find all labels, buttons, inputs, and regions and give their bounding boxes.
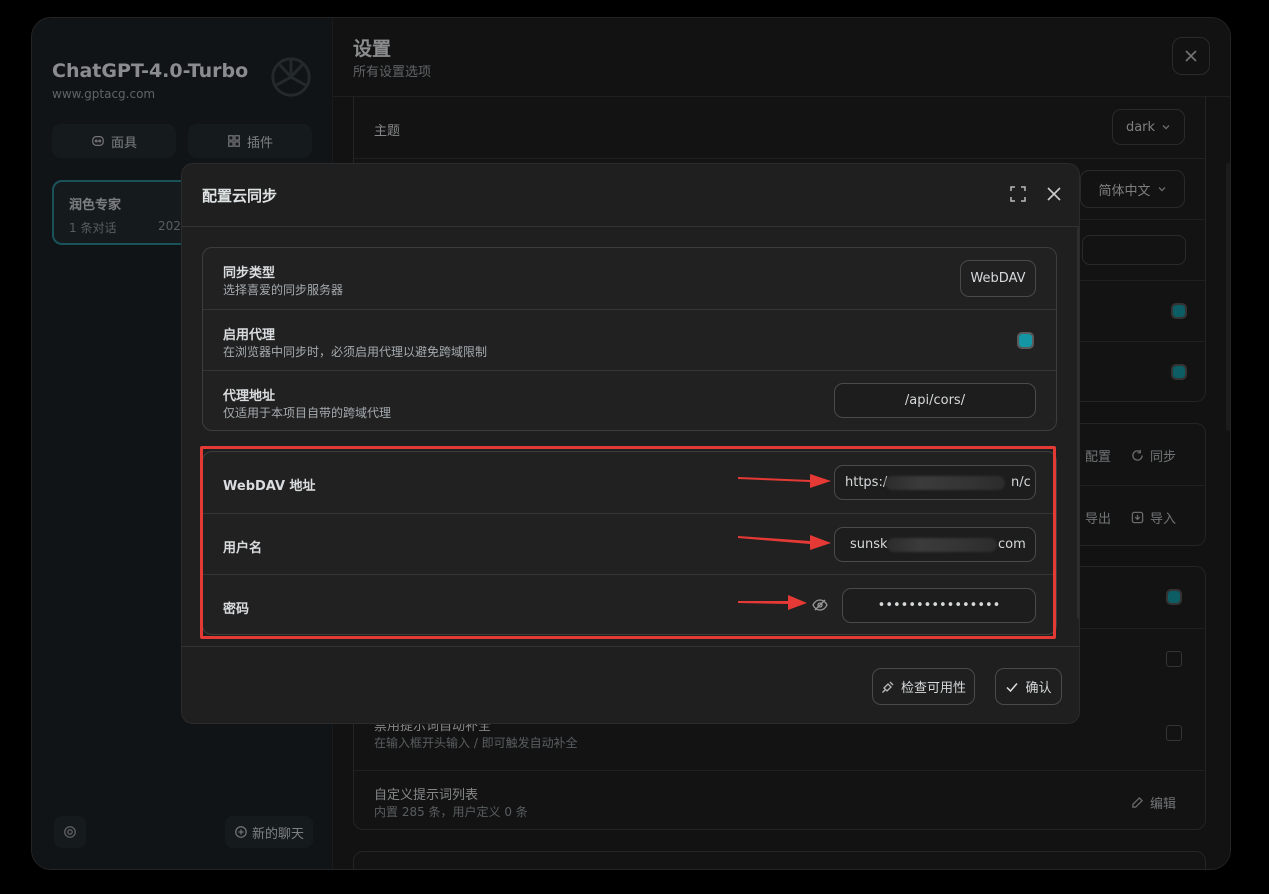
disable-autocomplete-desc: 在输入框开头输入 / 即可触发自动补全 <box>374 736 578 750</box>
theme-label: 主题 <box>374 124 401 139</box>
cloud-sync-modal: 配置云同步 同步类型 选择喜爱的同步服务器 WebDAV 启用代理 在浏览器中同… <box>181 163 1080 724</box>
proxy-url-desc: 仅适用于本项目自带的跨域代理 <box>223 406 392 420</box>
edit-icon <box>1132 796 1144 808</box>
username-input[interactable]: sunsk com <box>834 527 1036 562</box>
webdav-url-title: WebDAV 地址 <box>223 479 316 494</box>
toggle-checkbox-1[interactable] <box>1171 303 1187 319</box>
check-icon <box>1006 682 1019 692</box>
proxy-enable-checkbox[interactable] <box>1017 332 1034 349</box>
edit-prompts-button[interactable]: 编辑 <box>1131 793 1176 812</box>
password-row: 密码 •••••••••••••••• <box>203 574 1056 635</box>
sync-config-label: 配置 <box>1085 450 1112 465</box>
close-icon[interactable] <box>1043 183 1065 205</box>
username-start: sunsk <box>850 537 888 552</box>
refresh-icon <box>1132 449 1143 461</box>
page-scrollbar[interactable] <box>1226 163 1230 431</box>
proxy-url-row: 代理地址 仅适用于本项目自带的跨域代理 /api/cors/ <box>203 370 1056 431</box>
language-select[interactable]: 简体中文 <box>1080 170 1185 208</box>
close-icon <box>1185 50 1197 62</box>
modal-header-divider <box>182 226 1079 227</box>
page-title: 设置 <box>353 38 392 60</box>
proxy-url-input[interactable]: /api/cors/ <box>834 383 1036 418</box>
mask-label: 面具 <box>110 135 137 151</box>
toggle-checkbox-2[interactable] <box>1171 364 1187 380</box>
modal-scrollbar[interactable] <box>1077 227 1079 619</box>
plugin-grid-icon <box>228 135 240 147</box>
plugin-label: 插件 <box>246 135 273 151</box>
custom-prompts-title: 自定义提示词列表 <box>374 788 479 803</box>
import-label: 导入 <box>1150 512 1177 527</box>
webdav-url-end: n/c <box>1011 475 1031 490</box>
webdav-url-start: https:/ <box>845 475 888 490</box>
modal-title: 配置云同步 <box>202 187 278 205</box>
settings-button[interactable] <box>54 816 86 848</box>
redacted-blur <box>885 476 1005 490</box>
annotation-arrow-icon <box>738 595 807 610</box>
modal-footer-divider <box>182 646 1079 647</box>
sync-type-title: 同步类型 <box>223 266 276 281</box>
edit-label: 编辑 <box>1150 797 1177 812</box>
webdav-url-input[interactable]: https:/ n/c <box>834 465 1036 500</box>
sync-config-button[interactable]: 配置 <box>1085 446 1111 465</box>
import-button[interactable]: 导入 <box>1131 508 1176 527</box>
proxy-url-title: 代理地址 <box>223 389 276 404</box>
toggle-checkbox-3[interactable] <box>1166 589 1182 605</box>
gear-icon <box>64 826 76 838</box>
username-end: com <box>998 537 1026 552</box>
add-circle-icon <box>235 826 247 838</box>
check-availability-button[interactable]: 检查可用性 <box>872 668 975 705</box>
new-chat-button[interactable]: 新的聊天 <box>225 816 313 848</box>
sync-now-button[interactable]: 同步 <box>1131 446 1176 465</box>
eye-off-icon[interactable] <box>812 598 828 612</box>
plugin-button[interactable]: 插件 <box>188 124 312 158</box>
sync-type-desc: 选择喜爱的同步服务器 <box>223 283 344 297</box>
theme-value: dark <box>1125 119 1156 135</box>
check-availability-label: 检查可用性 <box>900 681 966 696</box>
sync-now-label: 同步 <box>1150 450 1177 465</box>
webdav-credentials-group: WebDAV 地址 https:/ n/c 用户名 sunsk com 密码 •… <box>202 451 1057 635</box>
proxy-enable-row: 启用代理 在浏览器中同步时，必须启用代理以避免跨域限制 <box>203 309 1056 370</box>
sync-basic-group: 同步类型 选择喜爱的同步服务器 WebDAV 启用代理 在浏览器中同步时，必须启… <box>202 247 1057 431</box>
confirm-label: 确认 <box>1025 681 1052 696</box>
proxy-enable-title: 启用代理 <box>223 328 276 343</box>
export-button[interactable]: 导出 <box>1085 508 1111 527</box>
mask-button[interactable]: 面具 <box>52 124 176 158</box>
close-settings-button[interactable] <box>1172 37 1210 75</box>
import-icon <box>1131 511 1144 524</box>
mask-icon <box>92 136 104 146</box>
page-subtitle: 所有设置选项 <box>353 65 432 80</box>
theme-row: 主题 dark <box>354 97 1205 158</box>
plug-icon <box>882 681 894 693</box>
openai-logo-icon <box>271 57 311 97</box>
redacted-blur <box>887 538 997 552</box>
theme-select[interactable]: dark <box>1112 109 1185 145</box>
font-size-input[interactable] <box>1082 235 1186 265</box>
sync-type-row: 同步类型 选择喜爱的同步服务器 WebDAV <box>203 248 1056 309</box>
language-value: 简体中文 <box>1098 183 1151 199</box>
custom-prompts-row: 自定义提示词列表 内置 285 条，用户定义 0 条 编辑 <box>354 770 1205 831</box>
username-title: 用户名 <box>223 541 263 556</box>
chevron-down-icon <box>1162 125 1170 130</box>
brand-title: ChatGPT-4.0-Turbo <box>52 60 249 82</box>
chevron-down-icon <box>1158 187 1165 192</box>
new-chat-label: 新的聊天 <box>251 826 304 842</box>
annotation-arrow-icon <box>738 535 831 550</box>
annotation-arrow-icon <box>738 474 831 488</box>
webdav-url-row: WebDAV 地址 https:/ n/c <box>203 452 1056 513</box>
password-title: 密码 <box>223 602 250 617</box>
maximize-icon[interactable] <box>1008 184 1028 204</box>
chat-count: 1 条对话 <box>69 221 117 235</box>
brand-site: www.gptacg.com <box>52 87 156 101</box>
custom-prompts-desc: 内置 285 条，用户定义 0 条 <box>374 805 528 819</box>
export-label: 导出 <box>1085 512 1112 527</box>
confirm-button[interactable]: 确认 <box>995 668 1062 705</box>
password-input[interactable]: •••••••••••••••• <box>842 588 1036 623</box>
username-row: 用户名 sunsk com <box>203 513 1056 574</box>
disable-autocomplete-checkbox[interactable] <box>1166 725 1182 741</box>
chat-title: 润色专家 <box>69 198 122 213</box>
toggle-checkbox-4[interactable] <box>1166 651 1182 667</box>
sync-type-select[interactable]: WebDAV <box>960 260 1036 297</box>
more-settings-panel <box>353 851 1206 869</box>
proxy-enable-desc: 在浏览器中同步时，必须启用代理以避免跨域限制 <box>223 345 488 359</box>
